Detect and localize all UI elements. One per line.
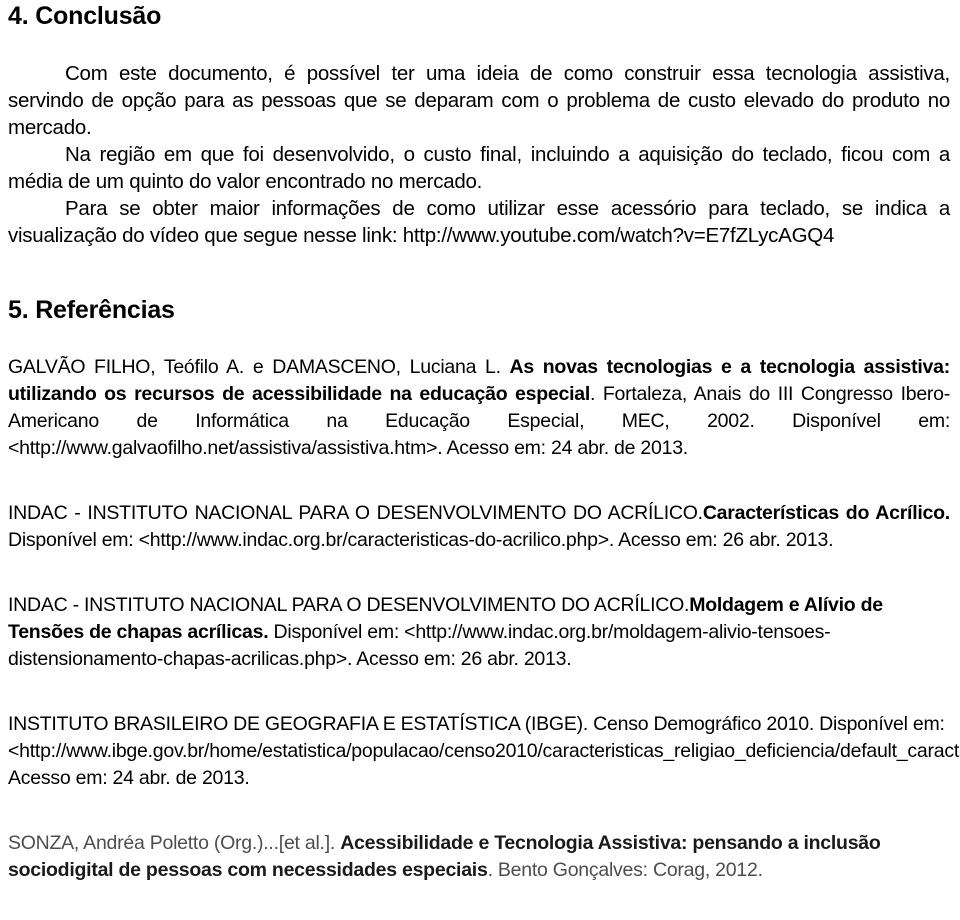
paragraph-conclusao-3: Para se obter maior informações de como … — [8, 197, 950, 247]
reference-authors: SONZA, Andréa Poletto (Org.)...[et al.]. — [8, 832, 341, 854]
section-heading-referencias: 5. Referências — [8, 296, 175, 324]
reference-entry-ibge: INSTITUTO BRASILEIRO DE GEOGRAFIA E ESTA… — [8, 711, 960, 792]
paragraph-conclusao-1: Com este documento, é possível ter uma i… — [8, 62, 950, 139]
reference-source: . Bento Gonçalves: Corag, 2012. — [487, 859, 763, 881]
reference-authors: GALVÃO FILHO, Teófilo A. e DAMASCENO, Lu… — [8, 356, 510, 378]
reference-title: Características do Acrílico. — [702, 502, 950, 524]
reference-authors: INSTITUTO BRASILEIRO DE GEOGRAFIA E ESTA… — [8, 713, 960, 789]
paragraph-conclusao-2: Na região em que foi desenvolvido, o cus… — [8, 143, 950, 193]
reference-source: Disponível em: <http://www.indac.org.br/… — [8, 529, 834, 551]
reference-entry-indac-moldagem: INDAC - INSTITUTO NACIONAL PARA O DESENV… — [8, 592, 950, 673]
reference-entry-indac-caracteristicas: INDAC - INSTITUTO NACIONAL PARA O DESENV… — [8, 500, 950, 554]
section-heading-conclusao: 4. Conclusão — [8, 2, 162, 30]
document-page: 4. Conclusão Com este documento, é possí… — [0, 2, 960, 920]
reference-authors: INDAC - INSTITUTO NACIONAL PARA O DESENV… — [8, 502, 703, 524]
reference-entry-sonza: SONZA, Andréa Poletto (Org.)...[et al.].… — [8, 830, 950, 884]
reference-authors: INDAC - INSTITUTO NACIONAL PARA O DESENV… — [8, 594, 690, 616]
reference-entry-galvao-filho: GALVÃO FILHO, Teófilo A. e DAMASCENO, Lu… — [8, 354, 950, 462]
